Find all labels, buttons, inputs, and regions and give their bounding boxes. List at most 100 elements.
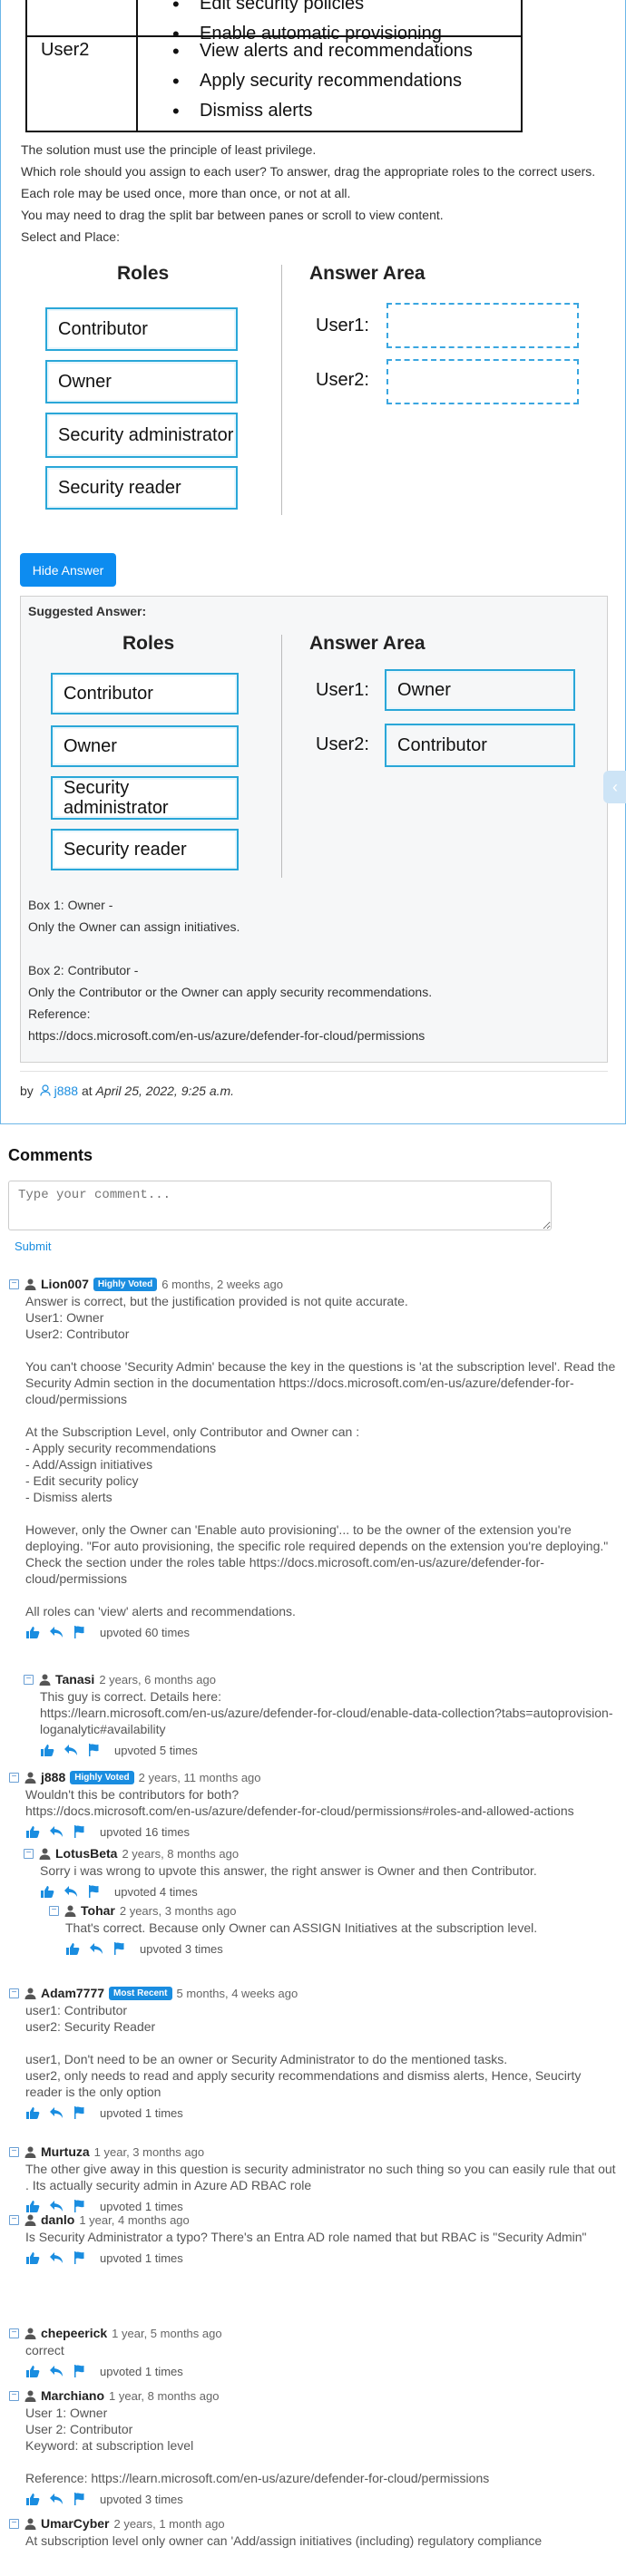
table-user-cell: User2: [41, 40, 90, 60]
flag-icon[interactable]: [112, 1942, 127, 1955]
user2-label: User2:: [316, 370, 369, 390]
flag-icon[interactable]: [73, 2365, 87, 2377]
role-contributor[interactable]: Contributor: [45, 307, 238, 351]
thumbs-up-icon[interactable]: [25, 2251, 40, 2264]
upvote-count: upvoted 5 times: [114, 1743, 198, 1757]
answer-area-title: Answer Area: [309, 263, 425, 284]
vote-badge: Highly Voted: [93, 1277, 158, 1291]
byline-at: at: [81, 1084, 93, 1098]
comment-username[interactable]: danlo: [41, 2212, 74, 2227]
comment-body: That's correct. Because only Owner can A…: [65, 1920, 538, 1935]
comment-username[interactable]: chepeerick: [41, 2326, 107, 2340]
post-date: April 25, 2022, 9:25 a.m.: [95, 1084, 235, 1098]
reply-icon[interactable]: [64, 1744, 78, 1756]
thumbs-up-icon[interactable]: [25, 2365, 40, 2377]
question-line: Which role should you assign to each use…: [21, 164, 596, 179]
comment-username[interactable]: Marchiano: [41, 2388, 104, 2403]
user-icon: [24, 2328, 36, 2339]
comment: − Tanasi 2 years, 6 months ago This guy is …: [24, 1670, 619, 1760]
reply-icon[interactable]: [49, 2493, 64, 2505]
reply-icon[interactable]: [49, 2106, 64, 2119]
flag-icon[interactable]: [73, 2493, 87, 2505]
table-item: Edit security policies: [172, 0, 442, 19]
explanation-line: Only the Owner can assign initiatives.: [28, 919, 240, 934]
comment-time: 2 years, 8 months ago: [122, 1846, 240, 1861]
comment-time: 1 year, 8 months ago: [109, 2388, 220, 2403]
reply-icon[interactable]: [49, 2365, 64, 2377]
comment-username[interactable]: UmarCyber: [41, 2516, 109, 2531]
upvote-count: upvoted 1 times: [100, 2105, 183, 2120]
comment-username[interactable]: Adam7777: [41, 1986, 104, 2000]
collapse-icon[interactable]: −: [9, 2214, 19, 2225]
thumbs-up-icon[interactable]: [40, 1885, 54, 1898]
collapse-icon[interactable]: −: [9, 2328, 19, 2338]
question-line: Select and Place:: [21, 229, 120, 244]
comment-username[interactable]: Tanasi: [55, 1672, 94, 1687]
user2-label: User2:: [316, 734, 369, 754]
comment-input[interactable]: [8, 1181, 552, 1230]
reply-icon[interactable]: [49, 2251, 64, 2264]
flag-icon[interactable]: [73, 2106, 87, 2119]
hide-answer-button[interactable]: Hide Answer: [20, 553, 116, 587]
flag-icon[interactable]: [73, 1825, 87, 1838]
flag-icon[interactable]: [73, 1626, 87, 1638]
user2-drop-target[interactable]: [386, 359, 579, 404]
comments-title: Comments: [8, 1146, 93, 1164]
collapse-icon[interactable]: −: [9, 1988, 19, 1998]
user-icon: [39, 1848, 51, 1860]
collapse-icon[interactable]: −: [24, 1848, 34, 1859]
collapse-icon[interactable]: −: [9, 2390, 19, 2401]
submit-button[interactable]: Submit: [15, 1239, 51, 1253]
role-owner[interactable]: Owner: [45, 360, 238, 403]
comment-body: correct: [25, 2343, 64, 2357]
row2-list: View alerts and recommendations Apply se…: [172, 36, 473, 126]
comment-username[interactable]: Tohar: [81, 1903, 115, 1918]
thumbs-up-icon[interactable]: [40, 1744, 54, 1756]
thumbs-up-icon[interactable]: [25, 1626, 40, 1638]
thumbs-up-icon[interactable]: [25, 2493, 40, 2505]
upvote-count: upvoted 60 times: [100, 1625, 191, 1639]
reply-icon[interactable]: [64, 1885, 78, 1898]
comment-body: user1: Contributor user2: Security Reade…: [25, 2003, 582, 2099]
comment-username[interactable]: Murtuza: [41, 2144, 90, 2159]
thumbs-up-icon[interactable]: [65, 1942, 80, 1955]
reference-link[interactable]: https://docs.microsoft.com/en-us/azure/d…: [28, 1025, 432, 1046]
collapse-icon[interactable]: −: [9, 2518, 19, 2529]
comment-body: Is Security Administrator a typo? There'…: [25, 2230, 587, 2244]
comment-time: 2 years, 6 months ago: [99, 1672, 216, 1687]
comment-body: Sorry i was wrong to upvote this answer,…: [40, 1863, 537, 1878]
reply-icon[interactable]: [89, 1942, 103, 1955]
comment-username[interactable]: Lion007: [41, 1277, 89, 1291]
collapse-icon[interactable]: −: [9, 1278, 19, 1289]
suggested-answer-box: Suggested Answer: Roles Answer Area Cont…: [20, 596, 608, 1063]
explanation-line: Only the Contributor or the Owner can ap…: [28, 985, 433, 999]
question-line: The solution must use the principle of l…: [21, 142, 317, 157]
vote-badge: Highly Voted: [70, 1770, 134, 1784]
comment-username[interactable]: j888: [41, 1770, 65, 1784]
flag-icon[interactable]: [87, 1885, 102, 1898]
user1-drop-target[interactable]: [386, 303, 579, 348]
reply-icon[interactable]: [49, 1626, 64, 1638]
collapse-icon[interactable]: −: [9, 2146, 19, 2157]
collapse-icon[interactable]: −: [49, 1905, 59, 1916]
role-contributor: Contributor: [51, 673, 239, 714]
collapse-icon[interactable]: −: [9, 1772, 19, 1783]
comment-actions: upvoted 1 times: [25, 2361, 619, 2381]
role-security-reader[interactable]: Security reader: [45, 466, 238, 510]
flag-icon[interactable]: [73, 2251, 87, 2264]
role-security-administrator[interactable]: Security administrator: [45, 413, 238, 458]
comment-time: 2 years, 1 month ago: [113, 2516, 225, 2531]
chevron-left-icon[interactable]: ‹: [603, 771, 626, 803]
explanation-line: [28, 938, 432, 959]
reply-icon[interactable]: [49, 1825, 64, 1838]
collapse-icon[interactable]: −: [24, 1674, 34, 1685]
comment: − LotusBeta 2 years, 8 months ago Sorry i w…: [24, 1844, 619, 1901]
author-link[interactable]: j888: [54, 1084, 78, 1098]
thumbs-up-icon[interactable]: [25, 1825, 40, 1838]
user2-answer: Contributor: [385, 724, 575, 767]
flag-icon[interactable]: [87, 1744, 102, 1756]
comment-body: This guy is correct. Details here: https…: [40, 1689, 613, 1736]
byline: by j888 at April 25, 2022, 9:25 a.m.: [20, 1084, 234, 1098]
comment-username[interactable]: LotusBeta: [55, 1846, 117, 1861]
thumbs-up-icon[interactable]: [25, 2106, 40, 2119]
